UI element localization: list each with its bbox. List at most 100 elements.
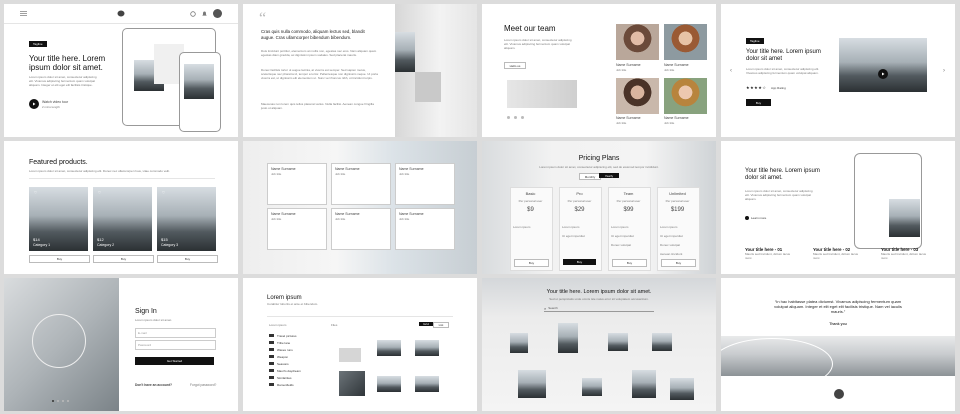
feature-1-body: Mauris sed tincidunt, dictum lacus nunc. [745,252,791,260]
learn-more-link[interactable]: Learn more [745,216,766,220]
menu-icon[interactable] [19,10,27,16]
plan-feature-basic-1: Lorem ipsum [513,225,531,229]
gallery-search[interactable]: ⌕ Search [544,305,654,312]
file-thumb-4[interactable] [339,371,365,396]
slide-3[interactable]: Meet our team Lorem ipsum dolor sit amet… [482,4,716,137]
plan-buy-pro[interactable]: Buy [563,259,596,265]
product-buy-3[interactable]: Buy [157,255,218,263]
product-buy-2[interactable]: Buy [93,255,154,263]
heart-icon[interactable]: ♡ [161,190,166,195]
toggle-yearly[interactable]: Yearly [599,173,619,178]
slide-5[interactable]: Featured products. Lorem ipsum dolor sit… [4,141,238,274]
gallery-tile-8[interactable] [670,378,694,400]
buy-button[interactable]: Buy [746,99,771,106]
slide-4[interactable]: ‹ › Tagline Your title here. Lorem ipsum… [721,4,955,137]
folder-item[interactable]: Mauri's daydream [269,367,325,374]
slide-6[interactable]: Name Surname Job title Name Surname Job … [243,141,477,274]
bell-icon[interactable] [201,10,208,17]
person-role-3: Job title [399,172,410,176]
video-play-button[interactable] [878,69,888,79]
carousel-dot-2[interactable] [57,400,59,402]
plan-feature-unlimited-2: Ut eget imperdiet [660,234,683,238]
star-rating: ★★★★☆ [746,85,767,90]
folder-list: Travel pictures Tribe lane Waves runs We… [269,332,325,388]
list-view-toggle[interactable]: List [433,322,449,328]
gallery-tile-5[interactable] [518,370,546,398]
plan-buy-team[interactable]: Buy [612,259,647,267]
plan-period-unlimited: Per personal user [665,199,690,203]
slide-7[interactable]: Pricing Plans Lorem ipsum dolor sit amet… [482,141,716,274]
chevron-right-icon[interactable]: › [941,67,947,75]
plan-feature-unlimited-3: Donec volutpat [660,243,681,247]
member-photo-2 [664,24,707,60]
plan-buy-basic[interactable]: Buy [514,259,549,267]
folder-item[interactable]: Travel pictures [269,332,325,339]
files-section-label: Files [331,323,338,327]
folder-item[interactable]: Seasons [269,360,325,367]
folder-item[interactable]: Waves runs [269,346,325,353]
avatar[interactable] [213,9,222,18]
plan-price-team: $99 [623,207,634,213]
file-thumb-1[interactable] [339,348,361,362]
team-title: Meet our team [504,24,556,33]
plan-feature-pro-2: Ut eget imperdiet [562,234,585,238]
photo-tile-2 [415,72,441,102]
pager-dot-2[interactable] [514,116,517,119]
file-thumb-2[interactable] [377,340,401,356]
gallery-tile-4[interactable] [652,333,672,351]
circle-arrow-icon [745,216,749,220]
learn-more-label: Learn more [751,216,767,220]
member-photo-1 [616,24,659,60]
gallery-tile-1[interactable] [510,333,528,353]
slide-11[interactable]: Your title here. Lorem ipsum dolor sit a… [482,278,716,411]
slide-12[interactable]: “In hac habitasse platea dictumst. Vivam… [721,278,955,411]
no-account-link[interactable]: Don't have an account? [135,383,172,388]
file-thumb-3[interactable] [415,340,439,356]
play-button[interactable] [29,99,39,109]
folder-item[interactable]: Tribe lane [269,339,325,346]
product-buy-1[interactable]: Buy [29,255,90,263]
play-icon [33,102,36,106]
grid-view-toggle[interactable]: Grid [419,322,433,326]
gallery-tile-3[interactable] [608,333,628,351]
feature-title: Your title here. Lorem ipsum dolor sit a… [745,168,820,181]
product-price-2: $12 [97,237,104,242]
folder-icon [269,354,274,359]
file-thumb-6[interactable] [415,376,439,392]
pager-dot-1[interactable] [507,116,510,119]
carousel-dot-3[interactable] [62,400,64,402]
folder-item[interactable]: Ramenfields [269,381,325,388]
gallery-tile-6[interactable] [582,378,602,396]
plan-buy-unlimited[interactable]: Buy [661,259,696,267]
toggle-monthly[interactable]: Monthly [579,173,601,180]
folder-item[interactable]: Similarities [269,374,325,381]
paragraph-3: Maecenas non lorem quis tellus placerat … [261,102,374,110]
file-thumb-5[interactable] [377,376,401,392]
heart-icon[interactable]: ♡ [97,190,102,195]
gallery-tile-7[interactable] [632,370,656,398]
pager-dot-3[interactable] [521,116,524,119]
get-started-button[interactable]: Get Started [135,357,214,365]
folder-item[interactable]: Weapon [269,353,325,360]
slide-9[interactable]: Sign In Lorem ipsum dolor sit amet. E-ma… [4,278,238,411]
carousel-dot-4[interactable] [67,400,69,402]
password-field[interactable]: Password [135,340,216,350]
folder-icon [269,382,274,387]
author-avatar[interactable] [833,388,845,400]
forgot-password-link[interactable]: Forgot password? [190,383,216,387]
slide-8[interactable]: Your title here. Lorem ipsum dolor sit a… [721,141,955,274]
thank-you-label: Thank you [829,322,847,326]
chevron-left-icon[interactable]: ‹ [728,67,734,75]
gallery-tile-2[interactable] [558,323,578,353]
slide-1[interactable]: Tagline Your title here. Lorem ipsum dol… [4,4,238,137]
phone-image [184,64,214,99]
carousel-dot-1[interactable] [52,400,54,402]
slide-10[interactable]: Lorem ipsum Curabitur lobortis et ante e… [243,278,477,411]
slide-2[interactable]: “ Cras quis nulla commodo, aliquam lectu… [243,4,477,137]
feature-body: Lorem ipsum dolor sit amet, consectetur … [745,189,813,201]
member-role-2: Job title [664,68,675,72]
gear-icon[interactable] [189,10,196,17]
email-field[interactable]: E-mail [135,328,216,338]
hello-us-button[interactable]: Hello us [504,62,526,69]
heart-icon[interactable]: ♡ [33,190,38,195]
